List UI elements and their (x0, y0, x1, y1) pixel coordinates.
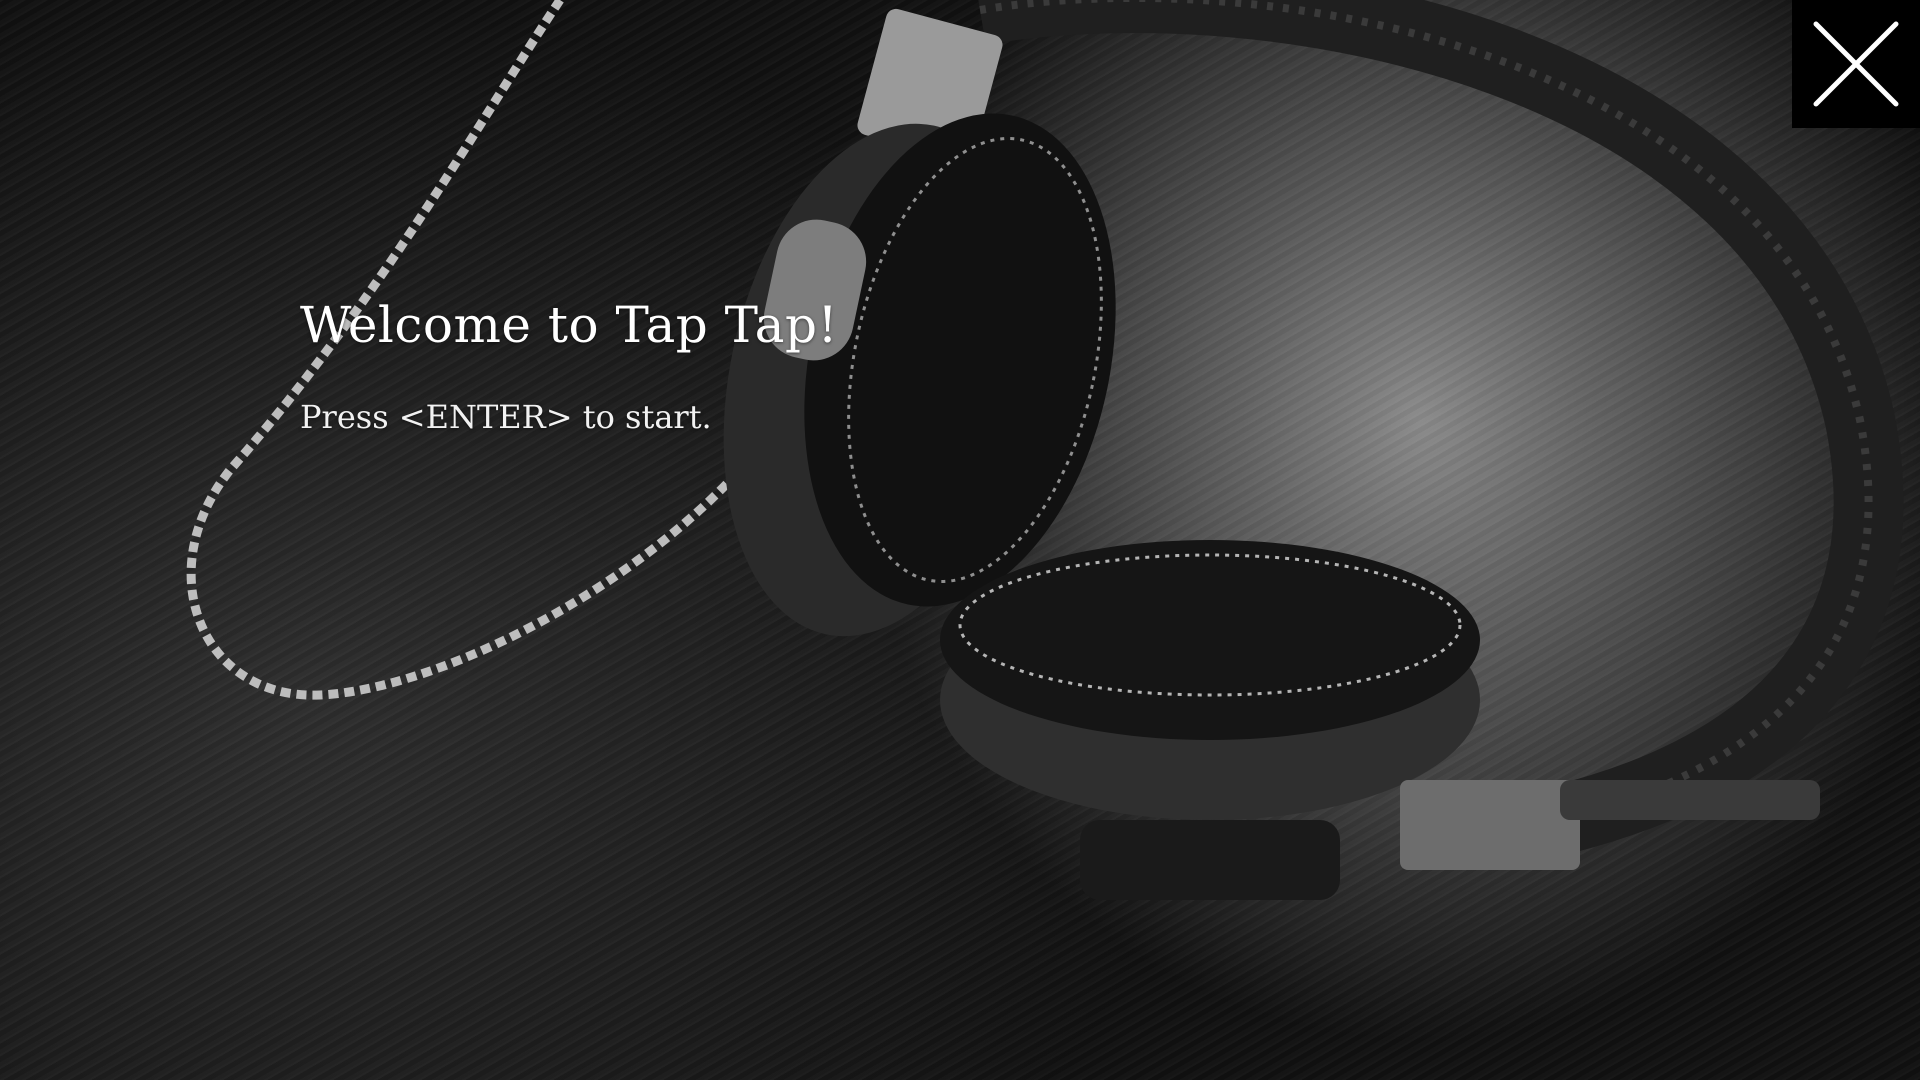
start-instruction: Press <ENTER> to start. (300, 398, 712, 436)
start-screen: Welcome to Tap Tap! Press <ENTER> to sta… (0, 0, 1920, 1080)
welcome-title: Welcome to Tap Tap! (300, 296, 839, 354)
headphones-background-image (186, 0, 1904, 900)
close-icon (1813, 21, 1899, 107)
close-button[interactable] (1792, 0, 1920, 128)
